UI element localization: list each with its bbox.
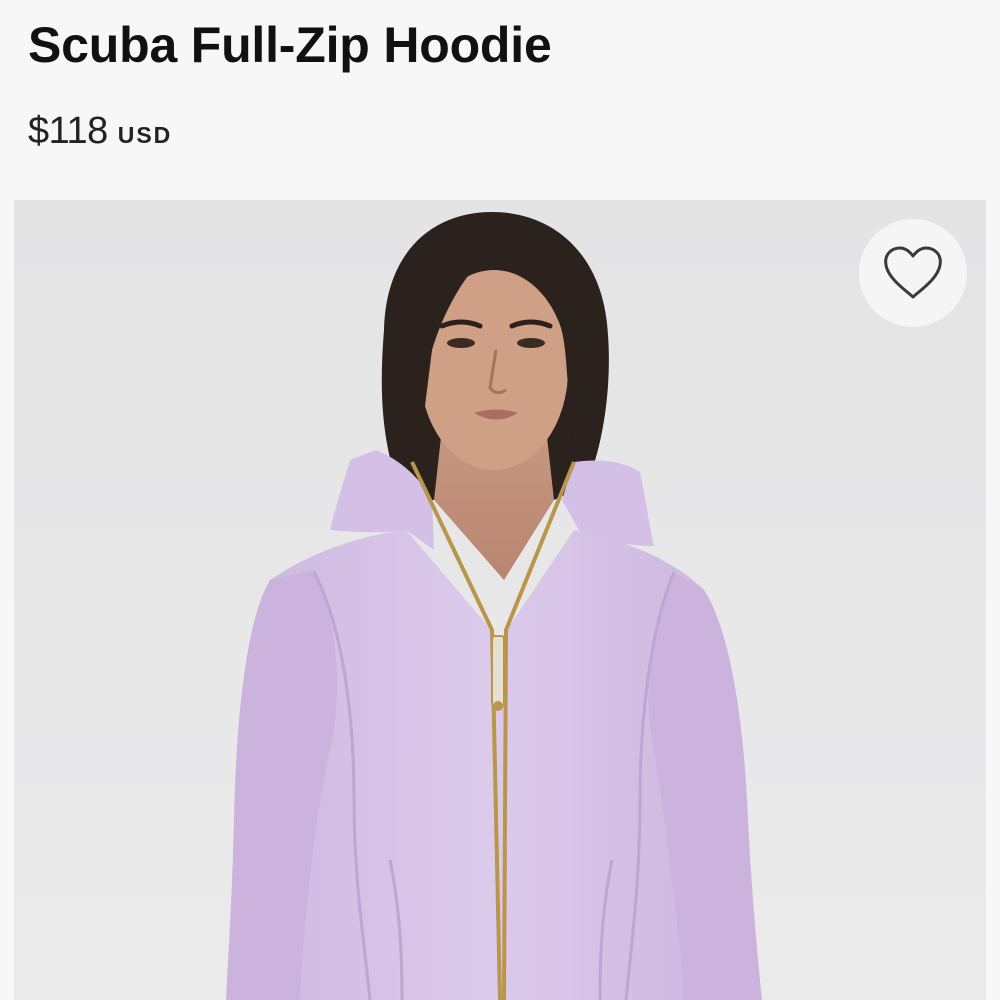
product-image[interactable] <box>14 200 986 1000</box>
price-amount: $118 <box>28 110 108 152</box>
heart-icon <box>884 246 942 299</box>
product-photo-illustration <box>226 212 762 1000</box>
product-title: Scuba Full-Zip Hoodie <box>28 17 552 73</box>
wishlist-button[interactable] <box>859 219 967 327</box>
product-header: Scuba Full-Zip Hoodie <box>28 12 972 78</box>
price-row: $118 USD <box>28 110 172 153</box>
price-currency: USD <box>117 122 173 148</box>
product-page: Scuba Full-Zip Hoodie $118 USD <box>0 0 1000 1000</box>
